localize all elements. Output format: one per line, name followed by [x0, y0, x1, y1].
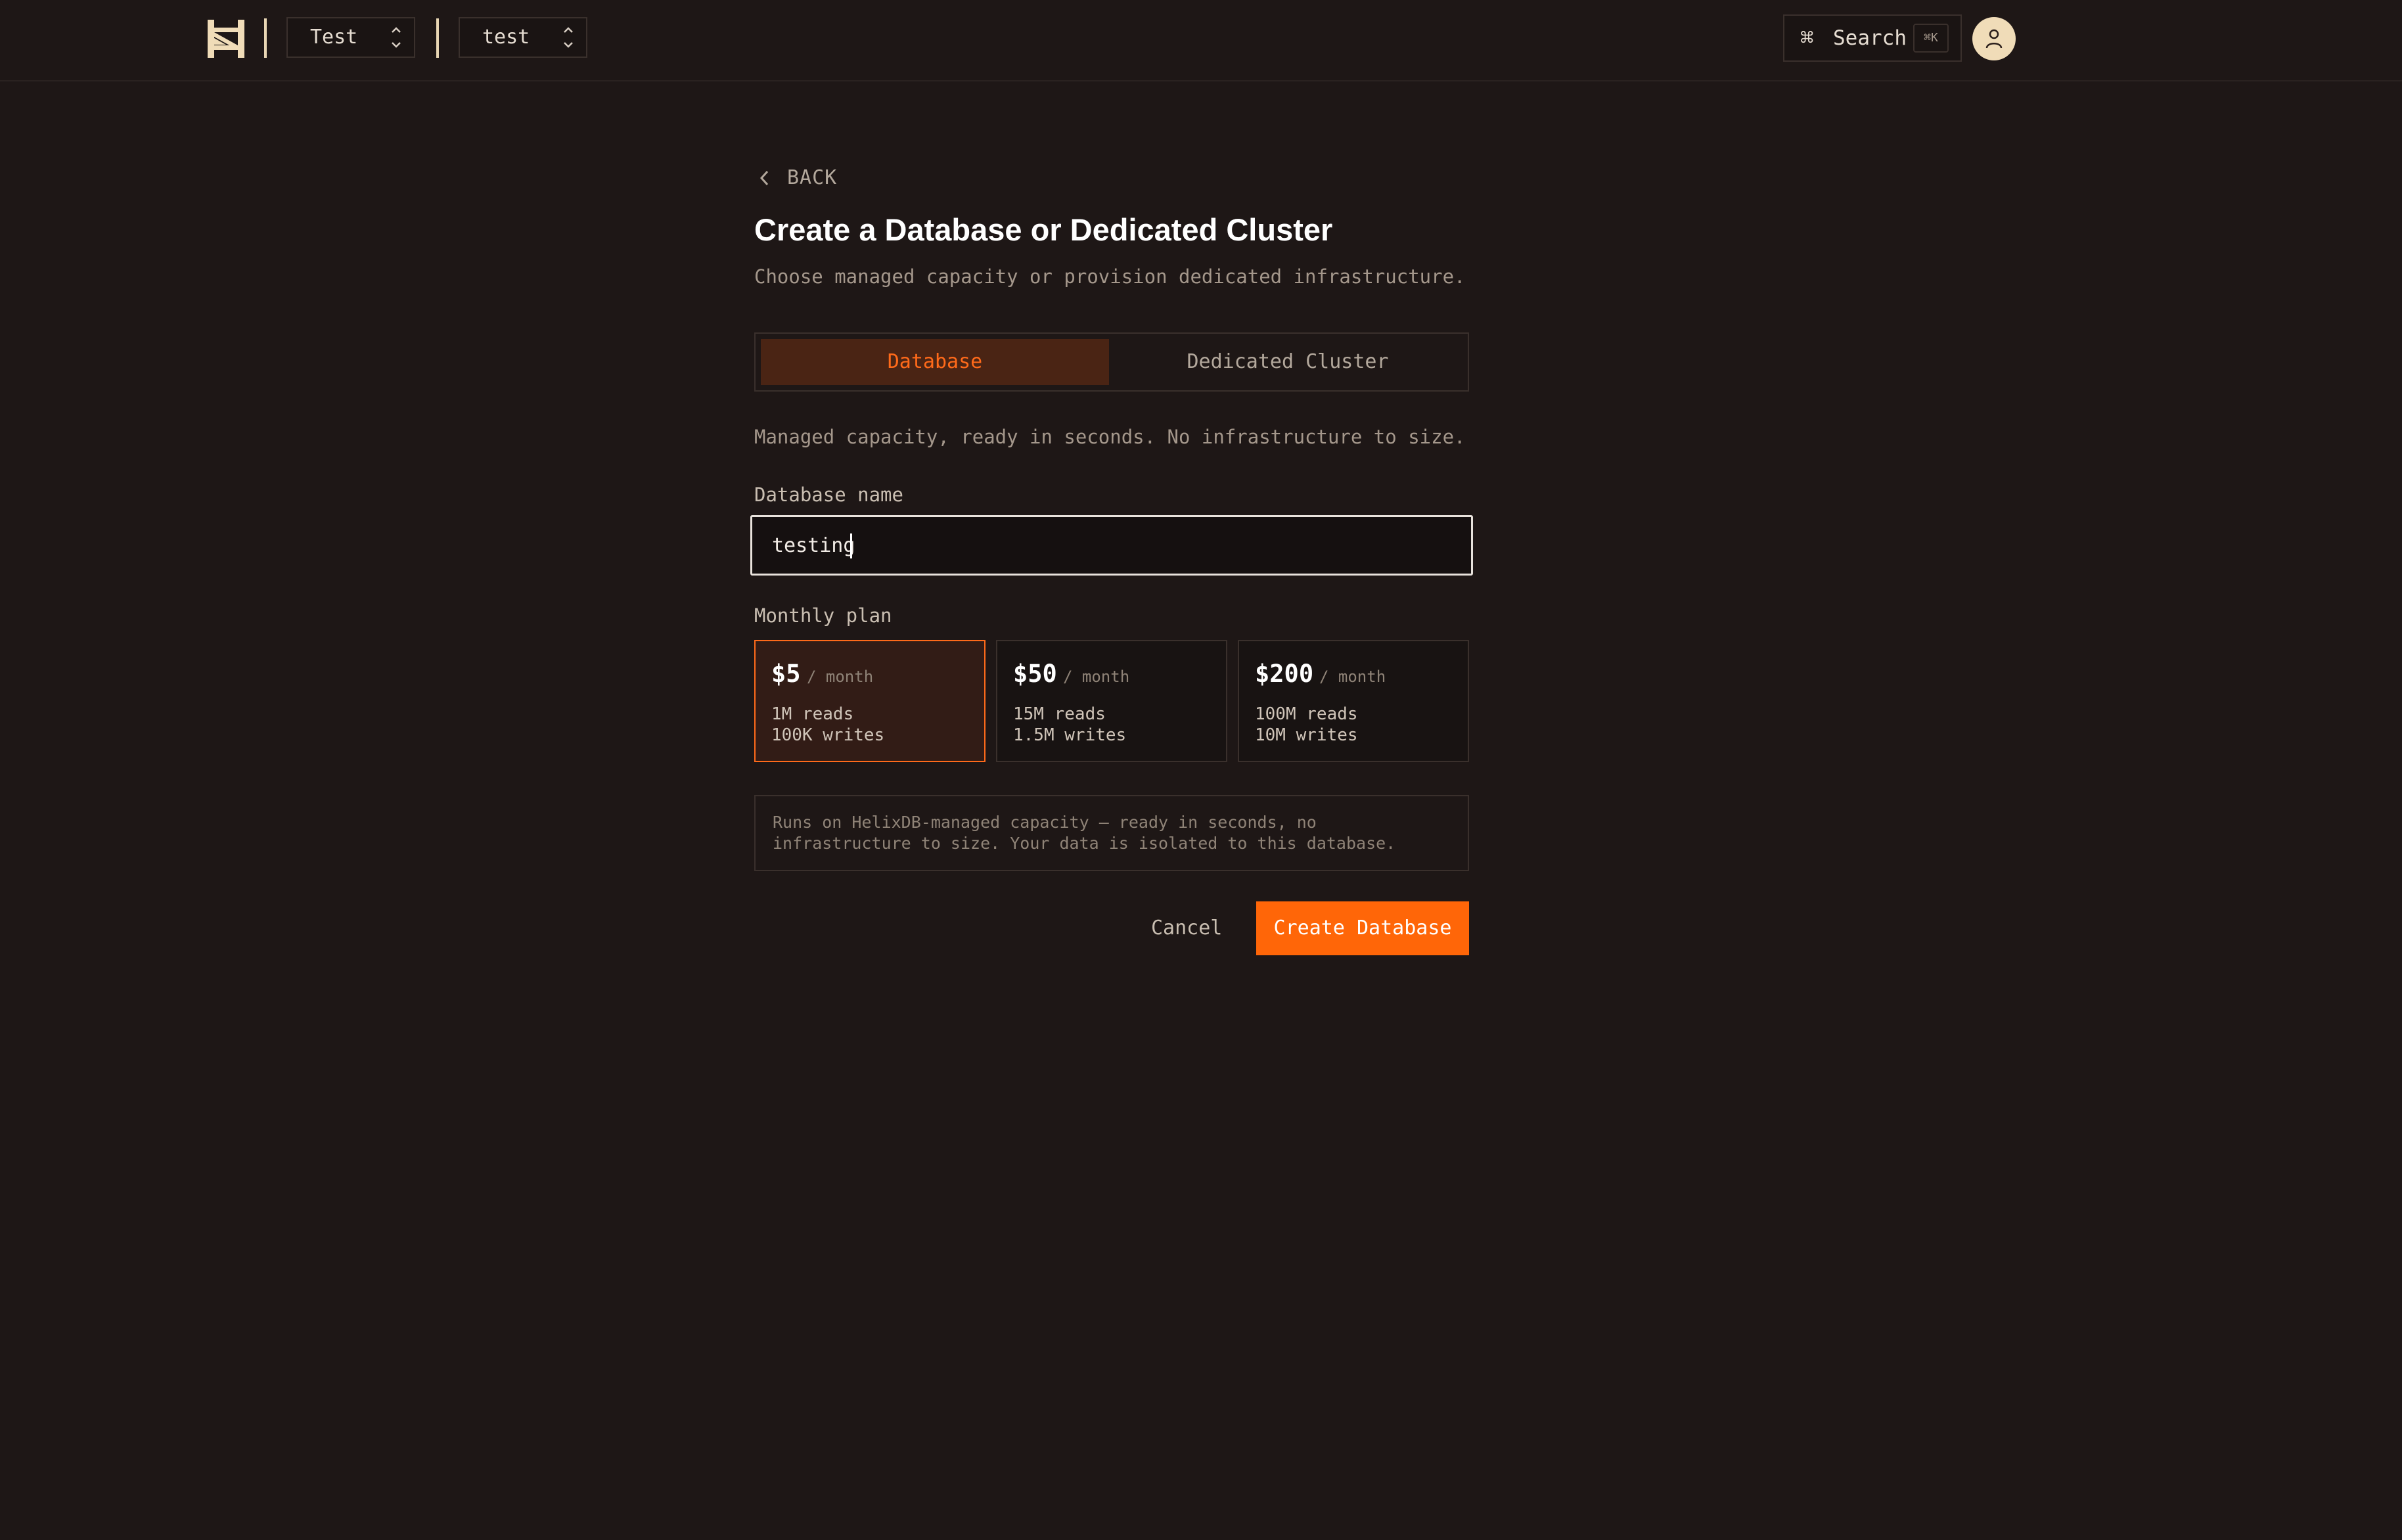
- plan-price: $200: [1255, 660, 1314, 688]
- plan-card-5[interactable]: $5 / month 1M reads 100K writes: [754, 640, 986, 762]
- plan-period: / month: [807, 668, 874, 686]
- plan-card-50[interactable]: $50 / month 15M reads 1.5M writes: [996, 640, 1227, 762]
- plan-writes: 1.5M writes: [1013, 725, 1127, 745]
- helix-logo-icon[interactable]: [206, 18, 246, 59]
- divider: [436, 18, 439, 58]
- search-label: Search: [1833, 26, 1907, 50]
- plan-writes: 100K writes: [771, 725, 885, 745]
- page-subtitle: Choose managed capacity or provision ded…: [754, 265, 1466, 288]
- plan-writes: 10M writes: [1255, 725, 1358, 745]
- text-caret: [850, 533, 852, 558]
- org-switcher-stepper[interactable]: [377, 20, 415, 55]
- plan-reads: 1M reads: [771, 704, 854, 724]
- search-shortcut: ⌘K: [1913, 24, 1949, 53]
- chevron-left-icon: [759, 170, 769, 186]
- info-note: Runs on HelixDB-managed capacity — ready…: [754, 795, 1469, 871]
- cancel-button[interactable]: Cancel: [1151, 901, 1222, 955]
- create-database-button[interactable]: Create Database: [1256, 901, 1469, 955]
- database-name-label: Database name: [754, 484, 903, 506]
- plan-price: $50: [1013, 660, 1057, 688]
- tab-database[interactable]: Database: [761, 339, 1109, 385]
- plan-period: / month: [1319, 668, 1386, 686]
- plan-reads: 100M reads: [1255, 704, 1358, 724]
- chevron-up-down-icon: [392, 27, 401, 48]
- top-bar: Test test ⌘ Search ⌘K: [0, 0, 2402, 81]
- user-icon: [1985, 29, 2003, 49]
- project-switcher[interactable]: test: [459, 17, 587, 58]
- command-icon: ⌘: [1800, 25, 1814, 51]
- org-switcher[interactable]: Test: [286, 17, 415, 58]
- plan-price: $5: [771, 660, 801, 688]
- database-name-input[interactable]: [750, 515, 1473, 576]
- project-switcher-stepper[interactable]: [549, 20, 587, 55]
- plan-card-200[interactable]: $200 / month 100M reads 10M writes: [1238, 640, 1469, 762]
- plan-reads: 15M reads: [1013, 704, 1106, 724]
- user-avatar[interactable]: [1972, 17, 2016, 60]
- divider: [264, 18, 267, 58]
- plan-period: / month: [1063, 668, 1130, 686]
- page-title: Create a Database or Dedicated Cluster: [754, 212, 1333, 247]
- tab-description: Managed capacity, ready in seconds. No i…: [754, 426, 1466, 448]
- chevron-up-down-icon: [564, 27, 573, 48]
- tab-dedicated-cluster[interactable]: Dedicated Cluster: [1110, 339, 1465, 385]
- monthly-plan-label: Monthly plan: [754, 604, 892, 627]
- org-switcher-label: Test: [310, 26, 358, 49]
- search-button[interactable]: ⌘ Search ⌘K: [1783, 14, 1962, 62]
- project-switcher-label: test: [482, 26, 530, 49]
- back-label: BACK: [787, 166, 838, 189]
- type-tabs: Database Dedicated Cluster: [754, 332, 1469, 392]
